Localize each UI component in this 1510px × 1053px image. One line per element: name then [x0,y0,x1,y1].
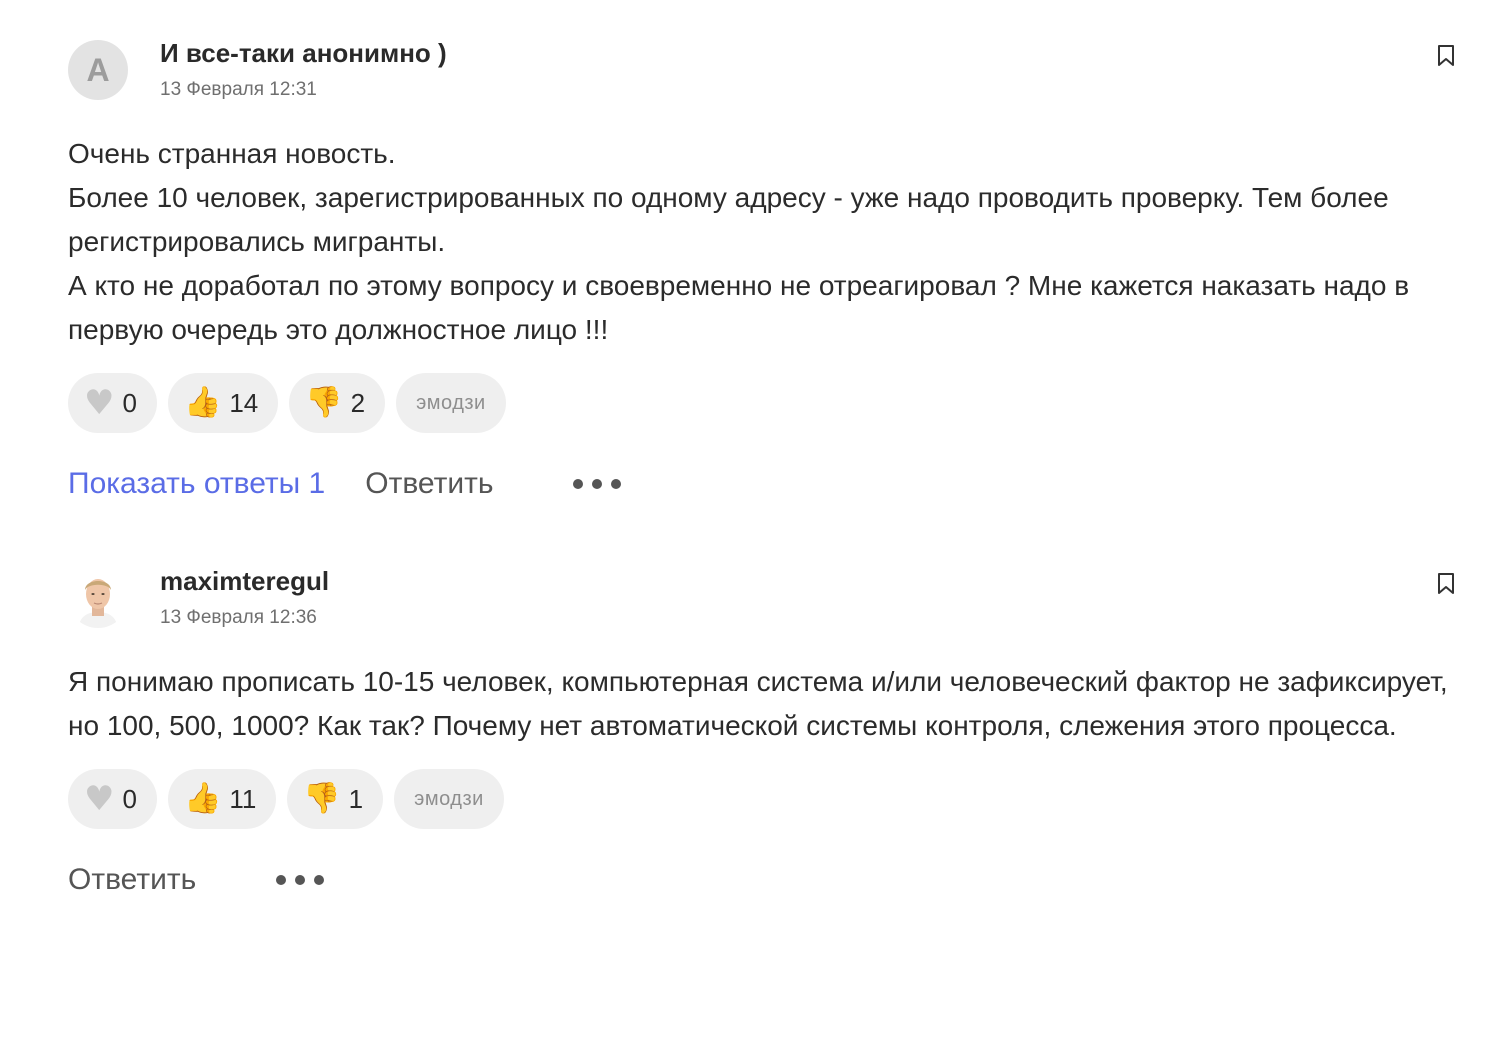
comment-paragraph: Я понимаю прописать 10-15 человек, компь… [68,666,1448,741]
heart-icon: ♥ [84,383,115,423]
reply-link[interactable]: Ответить [68,863,196,897]
bookmark-icon[interactable] [1436,44,1456,68]
show-replies-link[interactable]: Показать ответы 1 [68,467,325,501]
like-reaction-button[interactable]: 👍 11 [167,769,277,829]
thumbs-up-icon: 👍 [183,385,222,420]
more-dots-icon[interactable] [573,473,622,495]
like-reaction-button[interactable]: 👍 14 [167,373,279,433]
comment-text: Очень странная новость. Более 10 человек… [68,132,1468,352]
comment-paragraph: Очень странная новость. [68,138,396,169]
comment-actions: Ответить [68,855,1468,905]
avatar[interactable] [68,568,128,628]
emoji-picker-button[interactable]: эмодзи [394,769,504,829]
like-count: 14 [229,387,259,418]
heart-count: 0 [122,783,137,814]
heart-count: 0 [122,387,137,418]
comment: maximteregul 13 Февраля 12:36 Я понимаю … [68,566,1468,905]
dislike-count: 2 [350,387,366,418]
comment-text: Я понимаю прописать 10-15 человек, компь… [68,660,1468,748]
comment-date: 13 Февраля 12:36 [160,607,317,628]
avatar[interactable]: A [68,40,128,100]
thumbs-up-icon: 👍 [183,781,222,816]
comment-paragraph: Более 10 человек, зарегистрированных по … [68,182,1389,257]
dislike-count: 1 [348,783,364,814]
thumbs-down-icon: 👎 [303,781,341,816]
reply-link[interactable]: Ответить [365,467,493,501]
like-count: 11 [229,783,257,814]
reactions-bar: ♥ 0 👍 11 👎 1 эмодзи [68,769,1468,829]
comment: A И все-таки анонимно ) 13 Февраля 12:31… [68,38,1468,509]
bookmark-icon[interactable] [1436,572,1456,596]
comment-header: maximteregul 13 Февраля 12:36 [68,566,1468,630]
user-photo-icon [68,568,128,628]
author-name[interactable]: maximteregul [160,566,329,597]
heart-reaction-button[interactable]: ♥ 0 [68,373,157,433]
author-name[interactable]: И все-таки анонимно ) [160,38,447,69]
comment-header: A И все-таки анонимно ) 13 Февраля 12:31 [68,38,1468,102]
comment-paragraph: А кто не доработал по этому вопросу и св… [68,270,1410,345]
more-dots-icon[interactable] [276,869,325,891]
thumbs-down-icon: 👎 [305,385,343,420]
comment-date: 13 Февраля 12:31 [160,79,317,100]
emoji-picker-button[interactable]: эмодзи [396,373,506,433]
heart-icon: ♥ [84,779,115,819]
comment-actions: Показать ответы 1 Ответить [68,459,1468,509]
heart-reaction-button[interactable]: ♥ 0 [68,769,157,829]
reactions-bar: ♥ 0 👍 14 👎 2 эмодзи [68,373,1468,433]
dislike-reaction-button[interactable]: 👎 1 [287,769,384,829]
dislike-reaction-button[interactable]: 👎 2 [289,373,386,433]
